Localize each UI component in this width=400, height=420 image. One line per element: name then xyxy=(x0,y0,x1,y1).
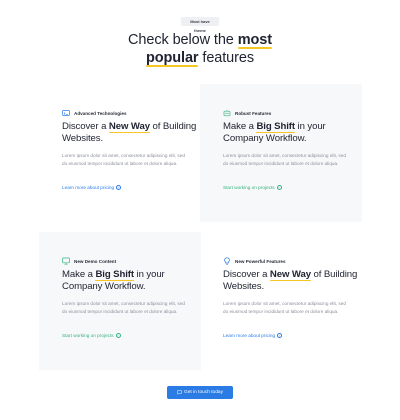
card-title-pre: Discover a xyxy=(62,121,109,132)
card-title-highlight: Big Shift xyxy=(95,269,134,282)
arrow-right-icon: › xyxy=(276,185,282,190)
link-label: Learn more about pricing xyxy=(223,333,276,338)
card-header: New Demo Content xyxy=(62,257,116,265)
headline-highlight-popular: popular xyxy=(146,50,199,67)
card-title: Discover a New Way of Building Websites. xyxy=(223,269,358,293)
learn-more-pricing-link[interactable]: Learn more about pricing › xyxy=(62,185,122,190)
section-badge: Most have theme xyxy=(181,17,219,33)
get-in-touch-button[interactable]: Get in touch today xyxy=(167,386,233,399)
tech-icon xyxy=(62,109,70,117)
arrow-right-icon: › xyxy=(115,333,121,338)
arrow-right-icon: › xyxy=(116,185,122,190)
card-body: Lorem ipsum dolor sit amet, consectetur … xyxy=(223,301,346,315)
cta-label: Get in touch today xyxy=(184,390,223,395)
link-label: Start working on projects xyxy=(223,185,275,190)
headline-text-1: Check below the xyxy=(128,32,238,48)
card-header: New Powerful Features xyxy=(223,257,286,265)
card-title-pre: Discover a xyxy=(223,269,270,280)
card-title-highlight: New Way xyxy=(269,269,311,282)
bulb-icon xyxy=(223,257,231,265)
card-body: Lorem ipsum dolor sit amet, consectetur … xyxy=(223,153,346,167)
card-label: New Powerful Features xyxy=(235,258,286,264)
card-title-pre: Make a xyxy=(223,121,257,132)
card-body: Lorem ipsum dolor sit amet, consectetur … xyxy=(62,301,185,315)
card-label: Advanced Technologies xyxy=(74,110,127,116)
card-label: New Demo Content xyxy=(74,258,117,264)
card-body: Lorem ipsum dolor sit amet, consectetur … xyxy=(62,153,185,167)
card-title-highlight: Big Shift xyxy=(256,121,295,134)
feature-card-advanced-technologies: Advanced Technologies Discover a New Way… xyxy=(39,84,201,222)
section-headline: Check below the most popular features xyxy=(0,31,400,67)
feature-card-robust-features: Robust Features Make a Big Shift in your… xyxy=(200,84,362,222)
feature-card-new-demo-content: New Demo Content Make a Big Shift in you… xyxy=(39,232,201,370)
link-label: Start working on projects xyxy=(62,333,114,338)
arrow-right-icon: › xyxy=(277,333,283,338)
card-title: Discover a New Way of Building Websites. xyxy=(62,121,197,145)
feature-card-new-powerful-features: New Powerful Features Discover a New Way… xyxy=(200,232,362,370)
card-title: Make a Big Shift in your Company Workflo… xyxy=(223,121,358,145)
headline-text-2: features xyxy=(198,50,254,66)
card-header: Advanced Technologies xyxy=(62,109,127,117)
headline-highlight-most: most xyxy=(237,32,273,49)
card-title: Make a Big Shift in your Company Workflo… xyxy=(62,269,197,293)
start-working-projects-link[interactable]: Start working on projects › xyxy=(223,185,282,190)
monitor-icon xyxy=(62,257,70,265)
start-working-projects-link[interactable]: Start working on projects › xyxy=(62,333,121,338)
card-label: Robust Features xyxy=(235,110,272,116)
card-title-highlight: New Way xyxy=(108,121,150,134)
card-title-pre: Make a xyxy=(62,269,96,280)
link-label: Learn more about pricing xyxy=(62,185,115,190)
robot-icon xyxy=(223,109,231,117)
learn-more-pricing-link[interactable]: Learn more about pricing › xyxy=(223,333,283,338)
chat-icon xyxy=(177,390,182,395)
card-header: Robust Features xyxy=(223,109,271,117)
